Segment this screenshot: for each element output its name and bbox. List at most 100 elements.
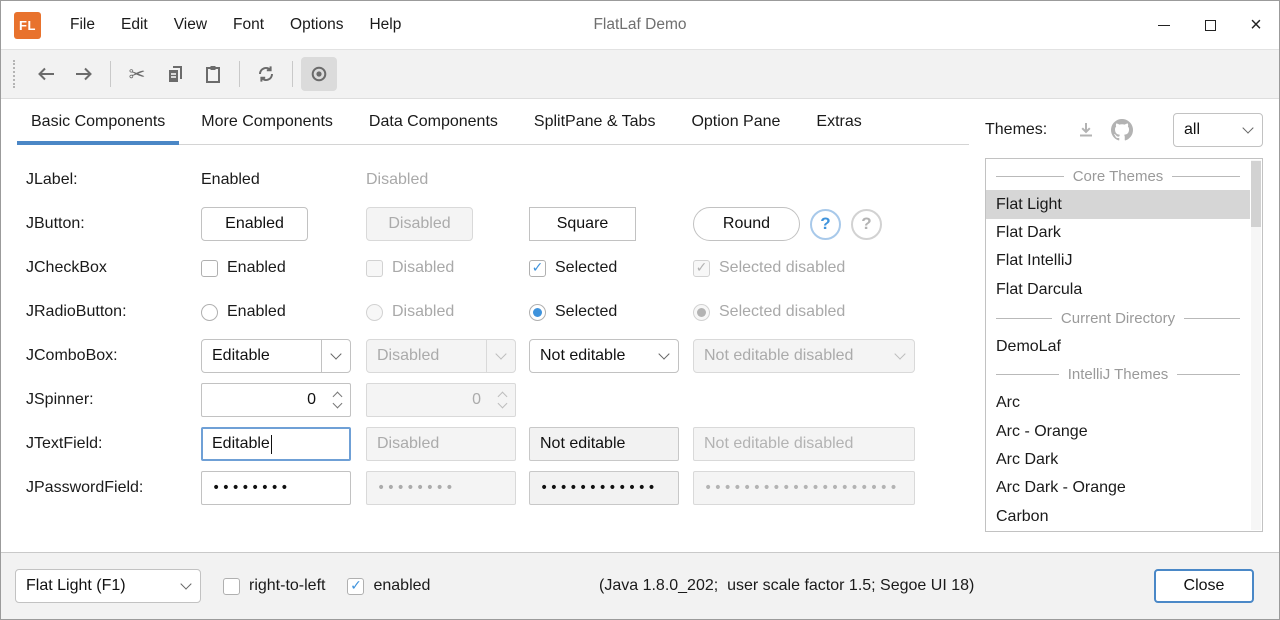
textfield-not-editable-disabled: Not editable disabled [693, 427, 915, 461]
passwordfield-not-editable: •••••••••••• [529, 471, 679, 505]
radio-selected-icon [529, 304, 546, 321]
menu-edit[interactable]: Edit [108, 1, 161, 49]
toolbar-separator [239, 61, 240, 87]
tab-bar: Basic Components More Components Data Co… [17, 99, 969, 145]
menu-font[interactable]: Font [220, 1, 277, 49]
menu-file[interactable]: File [57, 1, 108, 49]
radio-selected-disabled: Selected disabled [693, 303, 969, 321]
basic-components-form: JLabel: Enabled Disabled JButton: Enable… [26, 158, 969, 510]
radio-selected[interactable]: Selected [529, 303, 693, 321]
chevron-down-icon [332, 399, 342, 409]
themes-scrollbar[interactable] [1251, 160, 1261, 530]
download-icon [1076, 120, 1096, 140]
rtl-checkbox[interactable]: right-to-left [223, 577, 325, 595]
menu-options[interactable]: Options [277, 1, 356, 49]
spinner-arrows[interactable] [324, 384, 350, 416]
enabled-button[interactable]: Enabled [201, 207, 308, 241]
tab-option-pane[interactable]: Option Pane [677, 99, 794, 144]
textfield-editable[interactable]: Editable [201, 427, 351, 461]
checkbox-checked-icon: ✓ [529, 260, 546, 277]
look-and-feel-combobox[interactable]: Flat Light (F1) [15, 569, 201, 603]
maximize-button[interactable] [1187, 1, 1233, 49]
tab-splitpane-tabs[interactable]: SplitPane & Tabs [520, 99, 670, 144]
cut-icon: ✂ [129, 62, 146, 86]
radio-enabled[interactable]: Enabled [201, 303, 366, 321]
tab-more-components[interactable]: More Components [187, 99, 347, 144]
textfield-disabled: Disabled [366, 427, 516, 461]
spinner[interactable]: 0 [201, 383, 351, 417]
scrollbar-thumb[interactable] [1251, 161, 1261, 227]
theme-item-flat-intellij[interactable]: Flat IntelliJ [986, 247, 1250, 275]
theme-item-flat-dark[interactable]: Flat Dark [986, 219, 1250, 247]
theme-item-arc-dark[interactable]: Arc Dark [986, 446, 1250, 474]
help-button[interactable]: ? [810, 209, 841, 240]
theme-item-arc[interactable]: Arc [986, 389, 1250, 417]
combobox-arrow-button[interactable] [321, 340, 350, 372]
checkbox-unchecked-icon [223, 578, 240, 595]
download-themes-button[interactable] [1071, 115, 1101, 145]
combobox-editable[interactable]: Editable [201, 339, 351, 373]
maximize-icon [1205, 20, 1216, 31]
paste-icon [203, 64, 223, 84]
copy-button[interactable] [157, 57, 193, 91]
github-link-button[interactable] [1107, 115, 1137, 145]
help-button-disabled: ? [851, 209, 882, 240]
refresh-button[interactable] [248, 57, 284, 91]
passwordfield-enabled[interactable]: •••••••• [201, 471, 351, 505]
themes-list-header: Core Themes [996, 162, 1240, 190]
close-icon: × [1250, 15, 1262, 35]
chevron-down-icon [1242, 122, 1253, 133]
jlabel-enabled: Enabled [201, 171, 366, 189]
status-text: (Java 1.8.0_202; user scale factor 1.5; … [599, 577, 974, 595]
menu-help[interactable]: Help [356, 1, 414, 49]
enabled-checkbox[interactable]: ✓enabled [347, 577, 430, 595]
jlabel-row-label: JLabel: [26, 171, 201, 189]
toolbar-separator [292, 61, 293, 87]
passwordfield-disabled: •••••••• [366, 471, 516, 505]
main-content: Basic Components More Components Data Co… [1, 99, 1279, 552]
radio-disabled: Disabled [366, 303, 529, 321]
jlabel-disabled: Disabled [366, 171, 529, 189]
theme-item-demolaf[interactable]: DemoLaf [986, 332, 1250, 360]
checkbox-selected-disabled: ✓Selected disabled [693, 259, 969, 277]
theme-item-flat-darcula[interactable]: Flat Darcula [986, 276, 1250, 304]
cut-button[interactable]: ✂ [119, 57, 155, 91]
combobox-disabled: Disabled [366, 339, 516, 373]
theme-item-flat-light[interactable]: Flat Light [986, 190, 1250, 218]
jbutton-row-label: JButton: [26, 215, 201, 233]
menu-view[interactable]: View [161, 1, 220, 49]
paste-button[interactable] [195, 57, 231, 91]
refresh-icon [256, 64, 276, 84]
chevron-down-icon [497, 399, 507, 409]
passwordfield-not-editable-disabled: •••••••••••••••••••• [693, 471, 915, 505]
chevron-down-icon [180, 578, 191, 589]
themes-list-header: IntelliJ Themes [996, 361, 1240, 389]
checkbox-unchecked-icon [201, 260, 218, 277]
square-button[interactable]: Square [529, 207, 636, 241]
toolbar-grip[interactable] [13, 60, 19, 88]
github-icon [1111, 119, 1133, 141]
components-pane: Basic Components More Components Data Co… [17, 99, 969, 510]
round-button[interactable]: Round [693, 207, 800, 241]
forward-button[interactable] [66, 57, 102, 91]
jtextfield-row-label: JTextField: [26, 435, 201, 453]
tab-extras[interactable]: Extras [802, 99, 875, 144]
checkbox-selected[interactable]: ✓Selected [529, 259, 693, 277]
close-button[interactable]: Close [1154, 569, 1254, 603]
combobox-not-editable[interactable]: Not editable [529, 339, 679, 373]
show-toggle-button[interactable] [301, 57, 337, 91]
radio-selected-disabled-icon [693, 304, 710, 321]
back-button[interactable] [28, 57, 64, 91]
theme-item-arc-orange[interactable]: Arc - Orange [986, 418, 1250, 446]
theme-item-arc-dark-orange[interactable]: Arc Dark - Orange [986, 474, 1250, 502]
checkbox-unchecked-disabled-icon [366, 260, 383, 277]
minimize-button[interactable] [1141, 1, 1187, 49]
tab-data-components[interactable]: Data Components [355, 99, 512, 144]
checkbox-enabled[interactable]: Enabled [201, 259, 366, 277]
theme-item-carbon[interactable]: Carbon [986, 503, 1250, 531]
tab-basic-components[interactable]: Basic Components [17, 99, 179, 144]
minimize-icon [1158, 25, 1170, 26]
themes-filter-combobox[interactable]: all [1173, 113, 1263, 147]
close-window-button[interactable]: × [1233, 1, 1279, 49]
statusbar: Flat Light (F1) right-to-left ✓enabled (… [1, 552, 1279, 619]
